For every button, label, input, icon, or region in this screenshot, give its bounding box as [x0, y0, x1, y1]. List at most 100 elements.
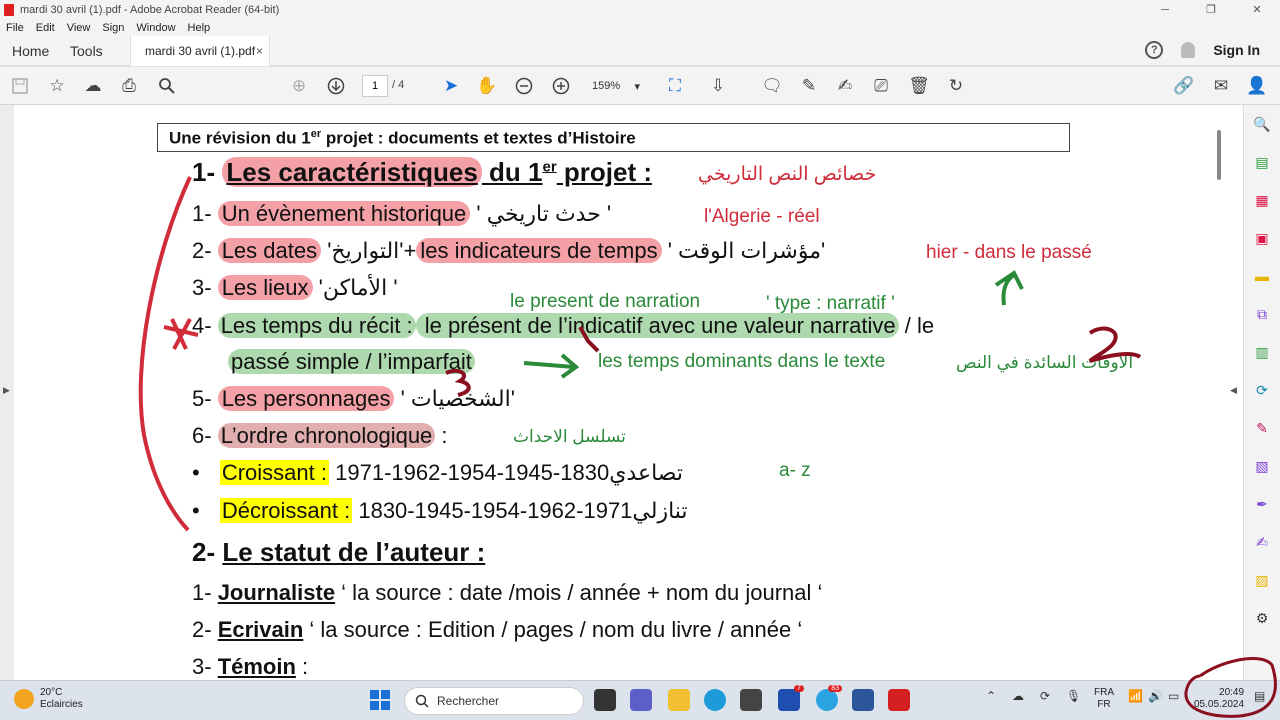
weather-widget[interactable]: 20°C Eclaircies: [14, 687, 83, 711]
volume-icon[interactable]: 🔊: [1148, 689, 1163, 703]
help-icon[interactable]: ?: [1145, 41, 1164, 59]
notification-badge: 7: [794, 685, 804, 692]
page-number-input[interactable]: 1: [362, 75, 388, 97]
item-text: ' مؤشرات الوقت': [661, 238, 826, 263]
system-clock[interactable]: 20:49 05.05.2024: [1194, 687, 1244, 711]
language-indicator[interactable]: FRA FR: [1094, 687, 1114, 711]
tray-mic-icon[interactable]: 🎙: [1066, 689, 1081, 703]
prepare-form-icon[interactable]: ✍: [1253, 533, 1271, 551]
menu-bar: File Edit View Sign Window Help: [0, 20, 1280, 36]
list-item-continued: passé simple / l’imparfait: [228, 349, 475, 375]
sign-in-button[interactable]: Sign In: [1213, 42, 1260, 58]
keyboard-code: FR: [1097, 699, 1111, 710]
wifi-icon[interactable]: 📶: [1128, 689, 1143, 703]
tab-tools[interactable]: Tools: [70, 43, 103, 59]
section-1-highlight: Les caractéristiques: [222, 157, 482, 187]
item-number: 1-: [192, 580, 212, 605]
create-pdf-icon[interactable]: ▣: [1253, 229, 1271, 247]
notification-center-icon[interactable]: ▤: [1254, 689, 1265, 703]
search-icon[interactable]: [156, 75, 178, 97]
expand-left-panel-icon[interactable]: ▶: [3, 385, 10, 396]
tab-document[interactable]: mardi 30 avril (1).pdf ×: [130, 36, 270, 66]
zoom-select[interactable]: 159% ▾: [588, 75, 644, 97]
draw-icon[interactable]: ✍: [834, 75, 856, 97]
file-explorer-icon[interactable]: [668, 689, 690, 711]
page-fit-icon[interactable]: ⛶: [664, 75, 686, 97]
page-up-icon[interactable]: ⊕: [288, 75, 310, 97]
save-icon[interactable]: [9, 75, 31, 97]
share-user-icon[interactable]: 👤: [1246, 75, 1268, 97]
stamp-icon[interactable]: ⎚: [870, 75, 892, 97]
close-window-icon[interactable]: ✕: [1234, 0, 1280, 20]
menu-edit[interactable]: Edit: [30, 22, 61, 34]
document-title-sup: er: [310, 128, 322, 140]
scroll-mode-icon[interactable]: ⇩: [707, 75, 729, 97]
battery-icon[interactable]: ▭: [1168, 689, 1179, 703]
annotation-hier: hier - dans le passé: [926, 242, 1092, 263]
zoom-out-icon[interactable]: [513, 75, 535, 97]
teams-icon[interactable]: [630, 689, 652, 711]
section-1-sup: er: [542, 158, 557, 176]
more-tools-icon[interactable]: ⚙: [1253, 609, 1271, 627]
fill-sign-icon[interactable]: ✎: [1253, 419, 1271, 437]
menu-file[interactable]: File: [0, 22, 30, 34]
menu-sign[interactable]: Sign: [96, 22, 130, 34]
restore-icon[interactable]: ❐: [1188, 0, 1234, 20]
tray-network-icon[interactable]: ☁: [1012, 689, 1024, 703]
zoom-in-icon[interactable]: [550, 75, 572, 97]
menu-window[interactable]: Window: [130, 22, 181, 34]
compress-icon[interactable]: ▥: [1253, 343, 1271, 361]
windows-start-icon[interactable]: [370, 690, 390, 710]
hand-tool-icon[interactable]: ✋: [476, 75, 498, 97]
vertical-scrollbar[interactable]: [1214, 105, 1226, 680]
list-item: 2- Ecrivain ‘ la source : Edition / page…: [192, 617, 802, 643]
acrobat-icon[interactable]: [888, 689, 910, 711]
app-icon[interactable]: 7: [778, 685, 804, 711]
close-tab-icon[interactable]: ×: [256, 44, 263, 58]
word-icon[interactable]: [852, 689, 874, 711]
scrollbar-thumb[interactable]: [1217, 130, 1221, 180]
tab-home[interactable]: Home: [12, 43, 49, 59]
delete-icon[interactable]: 🗑: [908, 75, 930, 97]
store-icon[interactable]: [740, 689, 762, 711]
item-number: 1-: [192, 201, 212, 226]
page-down-icon[interactable]: [325, 75, 347, 97]
tray-sync-icon[interactable]: ⟳: [1040, 689, 1050, 703]
menu-help[interactable]: Help: [182, 22, 217, 34]
item-number: 2-: [192, 617, 212, 642]
notification-bell-icon[interactable]: [1181, 42, 1196, 58]
collapse-right-panel-icon[interactable]: ◀: [1230, 385, 1237, 396]
edit-pdf-icon[interactable]: ▧: [1253, 457, 1271, 475]
tray-chevron-icon[interactable]: ⌃: [986, 689, 996, 703]
telegram-icon[interactable]: 83: [816, 685, 842, 711]
request-signature-icon[interactable]: ✒: [1253, 495, 1271, 513]
taskbar-search[interactable]: Rechercher: [404, 687, 584, 715]
link-icon[interactable]: 🔗: [1173, 75, 1195, 97]
section-number: 2-: [192, 537, 216, 567]
select-cursor-icon[interactable]: ➤: [440, 75, 462, 97]
export-pdf-icon[interactable]: ▤: [1253, 153, 1271, 171]
edge-icon[interactable]: [704, 689, 726, 711]
combine-files-icon[interactable]: ⧉: [1253, 305, 1271, 323]
comment-icon[interactable]: 🗨: [761, 75, 783, 97]
task-view-icon[interactable]: [594, 689, 616, 711]
chevron-down-icon: ▾: [634, 80, 640, 93]
zoom-search-icon[interactable]: 🔍: [1253, 115, 1271, 133]
item-text: 'التواريخ'+: [321, 238, 417, 263]
upload-cloud-icon[interactable]: ☁: [82, 75, 104, 97]
bullet-item: • Croissant : تصاعدي1830-1945-1954-1962-…: [192, 460, 683, 486]
email-icon[interactable]: ✉: [1210, 75, 1232, 97]
print-icon[interactable]: ⎙: [118, 75, 140, 97]
language-code: FRA: [1094, 687, 1114, 698]
minimize-icon[interactable]: ─: [1142, 0, 1188, 20]
menu-view[interactable]: View: [61, 22, 97, 34]
item-number: 3-: [192, 275, 212, 300]
organize-pages-icon[interactable]: ▦: [1253, 191, 1271, 209]
item-text: 'الأماكن ': [312, 275, 398, 300]
bookmark-star-icon[interactable]: ☆: [46, 75, 68, 97]
highlight-pen-icon[interactable]: ✎: [798, 75, 820, 97]
scan-ocr-icon[interactable]: ⟳: [1253, 381, 1271, 399]
comment-panel-icon[interactable]: ▬: [1253, 267, 1271, 285]
rotate-icon[interactable]: ↻: [945, 75, 967, 97]
protect-icon[interactable]: ▨: [1253, 571, 1271, 589]
